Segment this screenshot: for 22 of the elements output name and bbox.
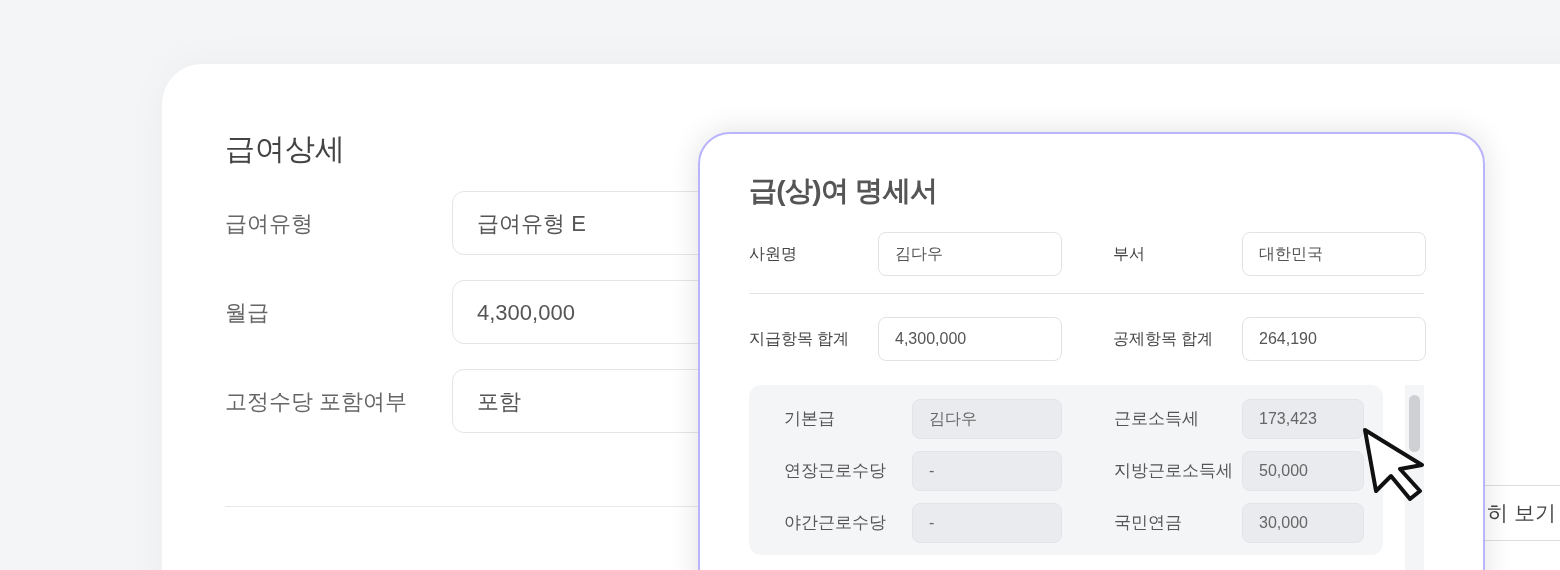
field-label: 월급 bbox=[225, 298, 270, 327]
input-field[interactable]: 264,190 bbox=[1242, 317, 1426, 361]
field-label: 공제항목 합계 bbox=[1113, 329, 1215, 349]
field-label: 부서 bbox=[1113, 244, 1146, 264]
input-field[interactable]: 4,300,000 bbox=[878, 317, 1062, 361]
readonly-field: 173,423 bbox=[1242, 399, 1364, 439]
scrollbar-thumb[interactable] bbox=[1409, 395, 1421, 452]
field-label: 고정수당 포함여부 bbox=[225, 387, 409, 416]
readonly-field: 30,000 bbox=[1242, 503, 1364, 543]
readonly-field: - bbox=[912, 451, 1062, 491]
readonly-field: 50,000 bbox=[1242, 451, 1364, 491]
item-label: 지방근로소득세 bbox=[1114, 460, 1234, 483]
item-label: 근로소득세 bbox=[1114, 408, 1200, 431]
readonly-field: 김다우 bbox=[912, 399, 1062, 439]
input-field[interactable]: 대한민국 bbox=[1242, 232, 1426, 276]
input-field[interactable]: 김다우 bbox=[878, 232, 1062, 276]
field-label: 급여유형 bbox=[225, 209, 314, 238]
readonly-field: - bbox=[912, 503, 1062, 543]
card-title: 급여상세 bbox=[225, 131, 346, 167]
item-label: 국민연금 bbox=[1114, 512, 1183, 535]
item-label: 야간근로수당 bbox=[784, 512, 887, 535]
item-label: 연장근로수당 bbox=[784, 460, 887, 483]
